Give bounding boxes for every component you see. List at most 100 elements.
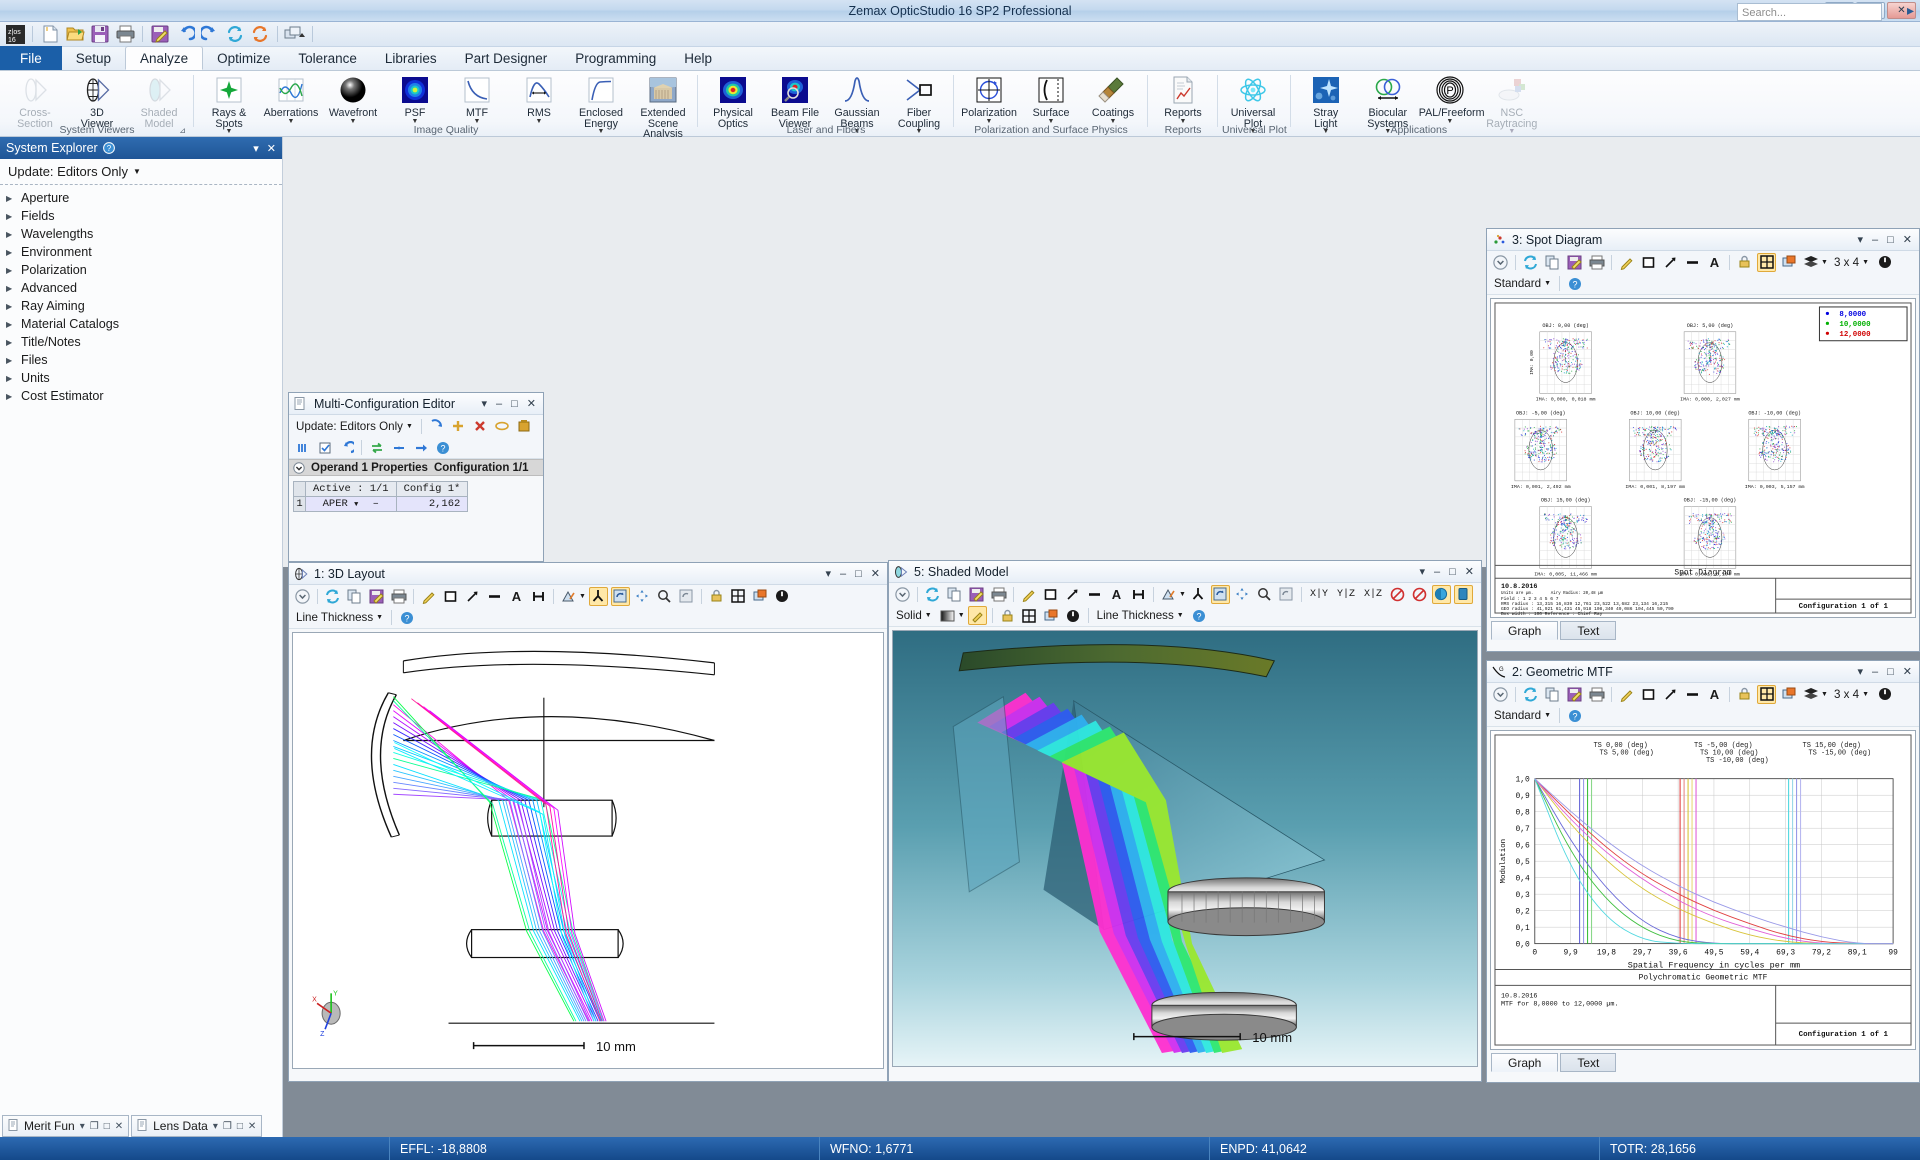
line-annotation-icon[interactable] [1683,685,1702,704]
ribbon-collapse-icon[interactable]: ▸ [1907,2,1914,19]
refresh-icon[interactable] [224,24,246,45]
chevron-down-icon[interactable]: ▼ [958,612,965,619]
window-menu-icon[interactable]: ▾ [1857,233,1863,246]
expand-arrow-icon[interactable]: ▶ [6,266,15,275]
solid-render-icon[interactable] [1453,584,1473,604]
sysexp-item-environment[interactable]: ▶ Environment [0,243,282,261]
operand-cell[interactable]: APER ▼ – [305,496,397,512]
reset-view-icon[interactable] [677,587,696,606]
help-icon[interactable]: ? [433,438,452,457]
expand-arrow-icon[interactable]: ▶ [6,356,15,365]
close-icon[interactable]: ✕ [248,1121,256,1132]
ribbon-tab-setup[interactable]: Setup [62,46,125,70]
chevron-down-icon[interactable]: ▼ [1821,259,1828,266]
ribbon-button-rms[interactable]: RMS ▼ [508,71,570,125]
ribbon-button-polarization[interactable]: Polarization ▼ [958,71,1020,125]
close-icon[interactable]: ✕ [1465,565,1474,578]
arrow-annotation-icon[interactable] [1063,585,1082,604]
spot-tab-graph[interactable]: Graph [1491,621,1559,640]
minimize-icon[interactable]: – [1434,566,1440,578]
maximize-icon[interactable]: □ [237,1121,243,1132]
sysexp-item-ray-aiming[interactable]: ▶ Ray Aiming [0,297,282,315]
ribbon-tab-optimize[interactable]: Optimize [203,46,284,70]
line-thickness-dropdown[interactable]: Line Thickness ▼ [1094,609,1187,622]
rectangle-annotation-icon[interactable] [1639,685,1658,704]
lock-icon[interactable] [1735,685,1754,704]
window-menu-icon[interactable]: ▾ [1419,565,1425,578]
expand-icon[interactable] [293,461,305,474]
layers-icon[interactable] [1801,253,1820,272]
refresh-icon[interactable] [323,587,342,606]
ribbon-button-wavefront[interactable]: Wavefront ▼ [322,71,384,125]
expand-arrow-icon[interactable]: ▶ [6,248,15,257]
search-input[interactable]: Search... [1737,3,1882,21]
close-icon[interactable]: ✕ [1903,233,1912,246]
view-xy-button[interactable]: X|Y [1307,589,1331,600]
text-annotation-icon[interactable]: A [1705,253,1724,272]
open-file-icon[interactable] [64,24,86,45]
arrow-annotation-icon[interactable] [1661,685,1680,704]
copy-icon[interactable] [945,585,964,604]
ribbon-button-3d-viewer[interactable]: 3D Viewer [66,71,128,129]
value-cell[interactable]: 2,162 [395,496,469,512]
minimize-icon[interactable]: – [1872,234,1878,246]
expand-arrow-icon[interactable]: ▶ [6,284,15,293]
power-icon[interactable] [1064,606,1083,625]
save-icon[interactable] [1565,253,1584,272]
fit-window-icon[interactable] [1757,252,1776,272]
ribbon-tab-tolerance[interactable]: Tolerance [284,46,371,70]
add-operand-icon[interactable] [449,417,468,436]
maximize-icon[interactable]: □ [855,568,862,580]
ribbon-tab-programming[interactable]: Programming [561,46,670,70]
sysexp-item-files[interactable]: ▶ Files [0,351,282,369]
help-icon[interactable]: ? [102,142,115,154]
new-file-icon[interactable] [39,24,61,45]
line-annotation-icon[interactable] [1683,253,1702,272]
save-file-icon[interactable] [89,24,111,45]
chevron-down-icon[interactable]: ▾ [80,1121,85,1132]
clone-window-icon[interactable] [1042,606,1061,625]
ribbon-button-psf[interactable]: PSF ▼ [384,71,446,125]
ribbon-tab-file[interactable]: File [0,46,62,70]
expand-arrow-icon[interactable]: ▶ [6,392,15,401]
expand-arrow-icon[interactable]: ▶ [6,230,15,239]
arrow-annotation-icon[interactable] [1661,253,1680,272]
maximize-icon[interactable]: □ [1887,234,1894,246]
ribbon-button-surface[interactable]: Surface ▼ [1020,71,1082,125]
maximize-icon[interactable]: □ [104,1121,110,1132]
ribbon-button-pal-freeform[interactable]: P PAL/Freeform ▼ [1419,71,1485,125]
sysexp-item-cost-estimator[interactable]: ▶ Cost Estimator [0,387,282,405]
lock-icon[interactable] [998,606,1017,625]
sysexp-item-material-catalogs[interactable]: ▶ Material Catalogs [0,315,282,333]
ribbon-button-reports[interactable]: Reports ▼ [1152,71,1214,125]
line-thickness-dropdown[interactable]: Line Thickness ▼ [293,611,386,624]
ribbon-button-physical-optics[interactable]: Physical Optics [702,71,764,129]
swap-config-icon[interactable] [367,438,386,457]
text-annotation-icon[interactable]: A [507,587,526,606]
fit-window-icon[interactable] [1757,684,1776,704]
restore-icon[interactable]: ❐ [90,1121,99,1132]
system-explorer-update-dropdown[interactable]: Update: Editors Only ▼ [0,159,282,185]
window-caption[interactable]: 5: Shaded Model ▾ – □ ✕ [889,561,1481,583]
maximize-icon[interactable]: □ [1449,566,1456,578]
copy-icon[interactable] [1543,253,1562,272]
merit-function-tab[interactable]: Merit Fun ▾ ❐ □ ✕ [2,1115,130,1137]
power-icon[interactable] [1875,253,1894,272]
gradient-icon[interactable] [938,606,957,625]
mtf-tab-graph[interactable]: Graph [1491,1053,1559,1072]
clone-window-icon[interactable] [751,587,770,606]
3d-orientation-icon[interactable] [588,586,608,606]
sysexp-item-fields[interactable]: ▶ Fields [0,207,282,225]
close-icon[interactable]: ✕ [115,1121,123,1132]
redo-icon[interactable] [199,24,221,45]
pencil-annotation-icon[interactable] [1617,253,1636,272]
mtf-chart-canvas[interactable]: 0,0 0,1 0,2 0,3 0,4 0,5 0,6 0,7 0,8 0,9 1,0 0 9,9 19,… [1490,730,1916,1050]
chevron-down-icon[interactable]: ▾ [213,1121,218,1132]
expand-arrow-icon[interactable]: ▶ [6,320,15,329]
sysexp-item-advanced[interactable]: ▶ Advanced [0,279,282,297]
lock-icon[interactable] [1735,253,1754,272]
power-icon[interactable] [1875,685,1894,704]
pan-icon[interactable] [633,587,652,606]
3d-orientation-icon[interactable] [1189,585,1208,604]
dialog-launcher-icon[interactable]: ⊿ [179,124,186,137]
